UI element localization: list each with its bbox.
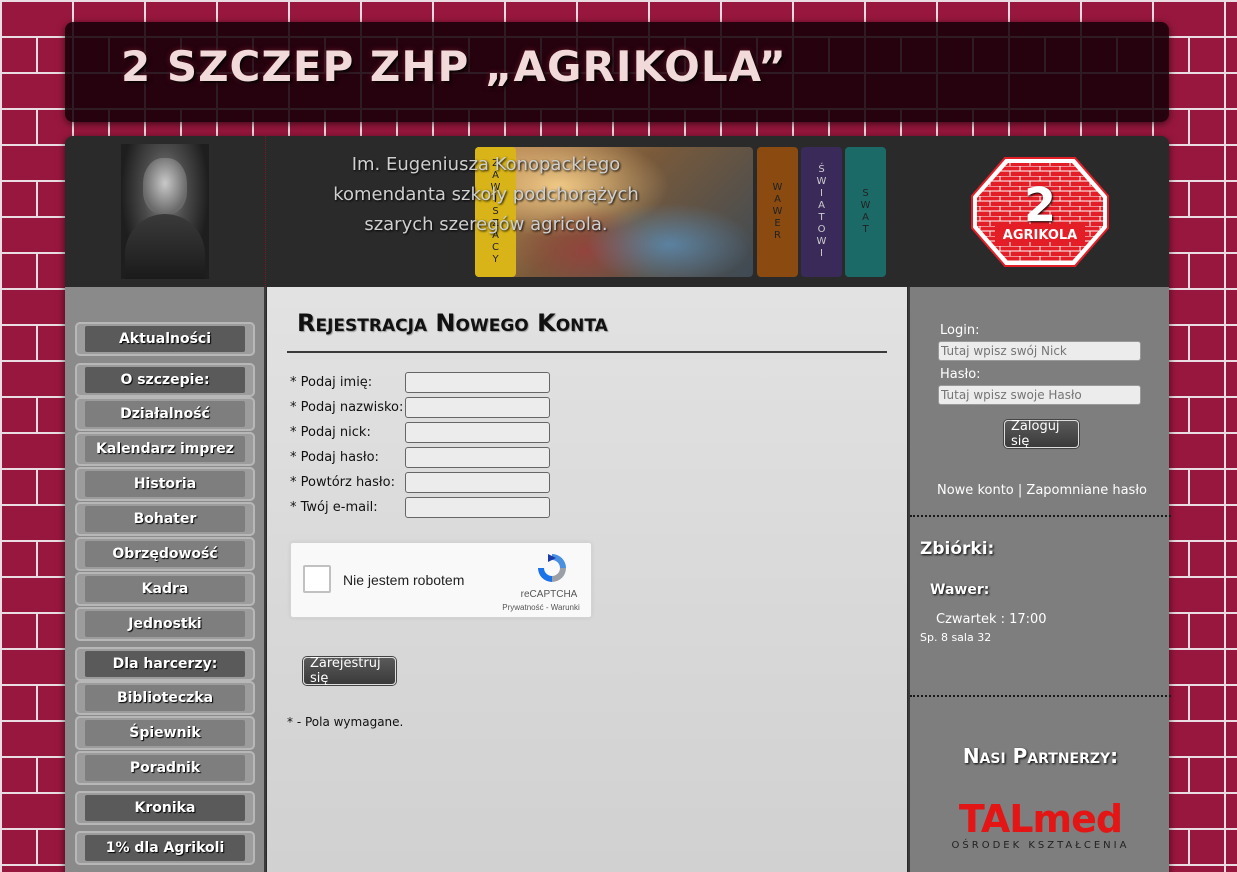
login-label: Login: xyxy=(940,323,980,338)
nav-obrzedowosc[interactable]: Obrzędowość xyxy=(75,537,255,571)
nav-kalendarz-imprez[interactable]: Kalendarz imprez xyxy=(75,432,255,466)
divider xyxy=(910,515,1171,517)
forgot-password-link[interactable]: Zapomniane hasło xyxy=(1026,483,1147,498)
tab-swiatowi[interactable]: ŚWIATOWI xyxy=(801,147,842,277)
right-sidebar: Login: Hasło: Zaloguj się Nowe konto | Z… xyxy=(908,287,1171,872)
login-button[interactable]: Zaloguj się xyxy=(1004,419,1079,449)
last-name-field[interactable] xyxy=(405,397,550,418)
nav-aktualnosci[interactable]: Aktualności xyxy=(75,322,255,356)
register-button[interactable]: Zarejestruj się xyxy=(303,656,396,686)
patron-portrait xyxy=(121,144,209,279)
left-sidebar: Aktualności O szczepie: Działalność Kale… xyxy=(65,287,266,872)
nav-dzialalnosc[interactable]: Działalność xyxy=(75,397,255,431)
form-row-first-name: * Podaj imię: xyxy=(290,372,550,394)
site-header: 2 SZCZEP ZHP „AGRIKOLA” xyxy=(65,22,1169,122)
nav-poradnik[interactable]: Poradnik xyxy=(75,751,255,785)
form-row-nick: * Podaj nick: xyxy=(290,422,550,444)
repeat-password-field[interactable] xyxy=(405,472,550,493)
form-row-password: * Podaj hasło: xyxy=(290,447,550,469)
recaptcha-brand: reCAPTCHA xyxy=(520,589,578,600)
nav-o-szczepie[interactable]: O szczepie: xyxy=(75,363,255,397)
site-title: 2 SZCZEP ZHP „AGRIKOLA” xyxy=(121,42,787,91)
recaptcha-checkbox[interactable] xyxy=(303,565,331,593)
banner-divider xyxy=(265,136,266,287)
divider xyxy=(910,695,1171,697)
meeting-time: Czwartek : 17:00 xyxy=(936,612,1047,627)
nav-dla-harcerzy[interactable]: Dla harcerzy: xyxy=(75,647,255,681)
form-row-last-name: * Podaj nazwisko: xyxy=(290,397,550,419)
meeting-unit: Wawer: xyxy=(930,582,990,598)
new-account-link[interactable]: Nowe konto xyxy=(937,483,1014,498)
form-row-repeat-password: * Powtórz hasło: xyxy=(290,472,550,494)
form-row-email: * Twój e-mail: xyxy=(290,497,550,519)
nav-biblioteczka[interactable]: Biblioteczka xyxy=(75,681,255,715)
nav-kadra[interactable]: Kadra xyxy=(75,572,255,606)
nav-historia[interactable]: Historia xyxy=(75,467,255,501)
nav-bohater[interactable]: Bohater xyxy=(75,502,255,536)
partners-heading: Nasi Partnerzy: xyxy=(962,744,1119,768)
dedication-text: Im. Eugeniusza Konopackiego komendanta s… xyxy=(333,154,639,235)
agrikola-logo[interactable]: 2 AGRIKOLA xyxy=(970,156,1110,268)
title-divider xyxy=(287,351,887,353)
nav-jeden-procent[interactable]: 1% dla Agrikoli xyxy=(75,831,255,865)
registration-content: Rejestracja Nowego Konta * Podaj imię: *… xyxy=(267,287,907,872)
tab-wawer[interactable]: WAWER xyxy=(757,147,798,277)
meeting-place: Sp. 8 sala 32 xyxy=(920,631,992,644)
banner: ZAWISZACY WAWER ŚWIATOWI SWAT Im. Eugeni… xyxy=(65,136,1169,287)
password-label: Hasło: xyxy=(940,367,981,382)
talmed-logo[interactable]: TALmed OŚRODEK KSZTAŁCENIA xyxy=(938,800,1143,851)
password-input[interactable] xyxy=(938,385,1141,405)
recaptcha-icon xyxy=(538,554,566,582)
required-note: * - Pola wymagane. xyxy=(287,715,404,729)
email-field[interactable] xyxy=(405,497,550,518)
meetings-heading: Zbiórki: xyxy=(920,539,995,559)
recaptcha-widget: Nie jestem robotem reCAPTCHA Prywatność … xyxy=(290,542,592,618)
nav-kronika[interactable]: Kronika xyxy=(75,791,255,825)
recaptcha-links[interactable]: Prywatność - Warunki xyxy=(491,603,591,612)
password-field[interactable] xyxy=(405,447,550,468)
account-links: Nowe konto | Zapomniane hasło xyxy=(937,483,1147,498)
login-input[interactable] xyxy=(938,341,1141,361)
main-panel: ZAWISZACY WAWER ŚWIATOWI SWAT Im. Eugeni… xyxy=(65,136,1171,872)
nav-spiewnik[interactable]: Śpiewnik xyxy=(75,716,255,750)
nav-jednostki[interactable]: Jednostki xyxy=(75,607,255,641)
tab-swat[interactable]: SWAT xyxy=(845,147,886,277)
recaptcha-label: Nie jestem robotem xyxy=(343,572,465,588)
first-name-field[interactable] xyxy=(405,372,550,393)
page-title: Rejestracja Nowego Konta xyxy=(297,309,608,337)
nick-field[interactable] xyxy=(405,422,550,443)
